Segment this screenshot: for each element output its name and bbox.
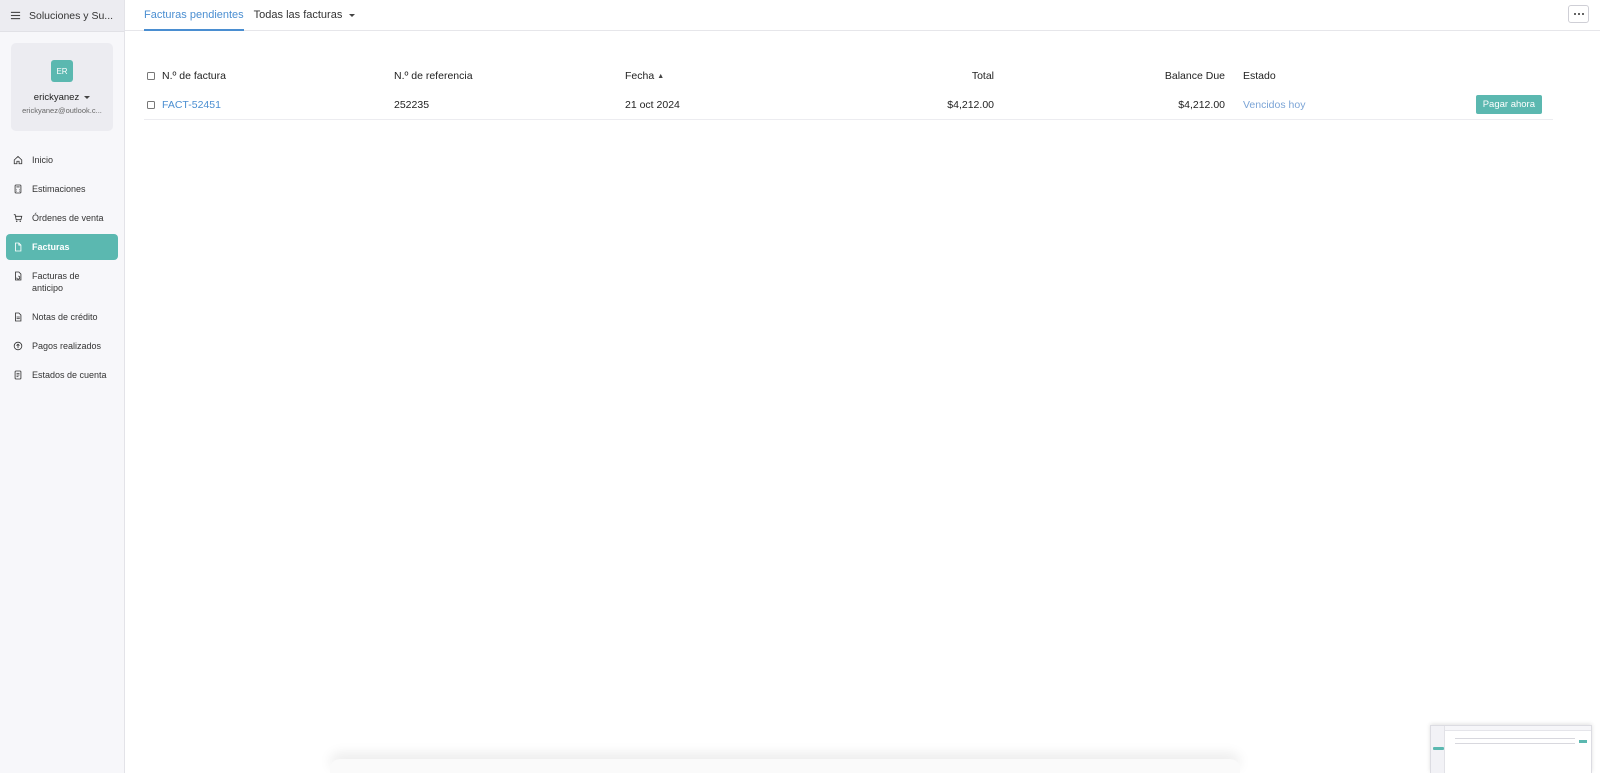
sidebar-item-inicio[interactable]: Inicio (6, 147, 118, 173)
pay-now-button[interactable]: Pagar ahora (1475, 95, 1542, 114)
invoice-date: 21 oct 2024 (625, 98, 680, 111)
header-date-label: Fecha (625, 70, 655, 82)
document-refresh-icon (15, 271, 22, 281)
sidebar-item-label: Facturas (32, 242, 70, 252)
tab-todas-las-facturas[interactable]: Todas las facturas (254, 0, 356, 30)
sidebar-item-label: Facturas de anticipo (32, 271, 80, 293)
chevron-down-icon (84, 96, 91, 99)
action-cell: Pagar ahora (1475, 90, 1542, 119)
avatar: ER (51, 60, 73, 82)
hamburger-menu-icon[interactable] (10, 10, 21, 21)
header-reference-no[interactable]: N.º de referencia (394, 62, 473, 90)
tab-facturas-pendientes[interactable]: Facturas pendientes (144, 0, 244, 31)
sort-ascending-icon: ▲ (657, 72, 665, 80)
main-content: Facturas pendientes Todas las facturas N… (125, 0, 1600, 773)
sidebar-nav: Inicio Estimaciones Órdenes de venta Fac… (0, 147, 124, 388)
header-total[interactable]: Total (844, 62, 994, 90)
sidebar-item-estados-de-cuenta[interactable]: Estados de cuenta (6, 362, 118, 388)
ellipsis-icon (1573, 13, 1576, 15)
app-window: Soluciones y Su... ER erickyanez erickya… (0, 0, 1600, 773)
sidebar: Soluciones y Su... ER erickyanez erickya… (0, 0, 125, 773)
row-checkbox[interactable] (147, 100, 155, 109)
sidebar-item-estimaciones[interactable]: Estimaciones (6, 176, 118, 202)
table-row[interactable]: FACT-52451 252235 21 oct 2024 $4,212.00 … (144, 90, 1553, 120)
header-date[interactable]: Fecha ▲ (625, 62, 664, 90)
thumbnail-button (1579, 740, 1587, 743)
payment-upload-icon (13, 341, 23, 351)
calculator-icon (14, 184, 22, 194)
select-all-cell (147, 62, 155, 90)
sidebar-item-label: Pagos realizados (32, 341, 102, 351)
bottom-panel-edge (330, 759, 1240, 773)
select-all-checkbox[interactable] (147, 72, 155, 80)
statement-icon (14, 370, 22, 380)
user-email: erickyanez@outlook.c... (22, 106, 102, 115)
sidebar-item-label: Notas de crédito (32, 312, 98, 322)
sidebar-item-pagos-realizados[interactable]: Pagos realizados (6, 333, 118, 359)
username: erickyanez (33, 92, 80, 103)
invoice-balance-due: $4,212.00 (1178, 98, 1225, 111)
row-select-cell (147, 90, 155, 119)
sidebar-item-notas-de-credito[interactable]: Notas de crédito (6, 304, 118, 330)
tab-bar: Facturas pendientes Todas las facturas (125, 0, 1600, 31)
thumbnail-active-item (1433, 747, 1444, 750)
sidebar-item-label: Inicio (32, 155, 54, 165)
thumbnail-topbar (1431, 726, 1591, 731)
thumbnail-line (1455, 743, 1575, 744)
header-status[interactable]: Estado (1243, 62, 1276, 90)
sidebar-item-label: Estimaciones (32, 184, 86, 194)
reference-number: 252235 (394, 98, 430, 111)
credit-note-icon (15, 312, 22, 322)
home-icon (13, 155, 23, 165)
sidebar-item-label: Órdenes de venta (32, 213, 104, 223)
invoice-number-link[interactable]: FACT-52451 (162, 90, 221, 119)
sidebar-item-facturas[interactable]: Facturas (6, 234, 118, 260)
chevron-down-icon (349, 13, 356, 17)
header-invoice-no[interactable]: N.º de factura (162, 62, 226, 90)
status-badge: Vencidos hoy (1243, 98, 1306, 111)
sidebar-item-facturas-de-anticipo[interactable]: Facturas de anticipo (6, 263, 118, 301)
organization-switcher[interactable]: Soluciones y Su... (0, 0, 124, 32)
organization-name: Soluciones y Su... (29, 9, 114, 22)
profile-card: ER erickyanez erickyanez@outlook.c... (11, 43, 113, 131)
invoice-total: $4,212.00 (947, 98, 994, 111)
thumbnail-line (1455, 738, 1575, 739)
ellipsis-icon (1581, 13, 1584, 15)
table-header-row: N.º de factura N.º de referencia Fecha ▲… (144, 62, 1553, 90)
sidebar-item-label: Estados de cuenta (32, 370, 107, 380)
invoices-table: N.º de factura N.º de referencia Fecha ▲… (144, 62, 1553, 120)
screenshot-thumbnail-preview[interactable] (1430, 725, 1592, 773)
tab-label: Facturas pendientes (144, 9, 244, 21)
sidebar-item-ordenes-de-venta[interactable]: Órdenes de venta (6, 205, 118, 231)
tab-label: Todas las facturas (253, 9, 343, 21)
ellipsis-icon (1577, 13, 1580, 15)
cart-icon (13, 214, 23, 222)
header-balance-due[interactable]: Balance Due (1074, 62, 1225, 90)
document-icon (15, 242, 22, 252)
user-menu[interactable]: erickyanez (33, 92, 91, 103)
more-options-button[interactable] (1568, 5, 1589, 23)
